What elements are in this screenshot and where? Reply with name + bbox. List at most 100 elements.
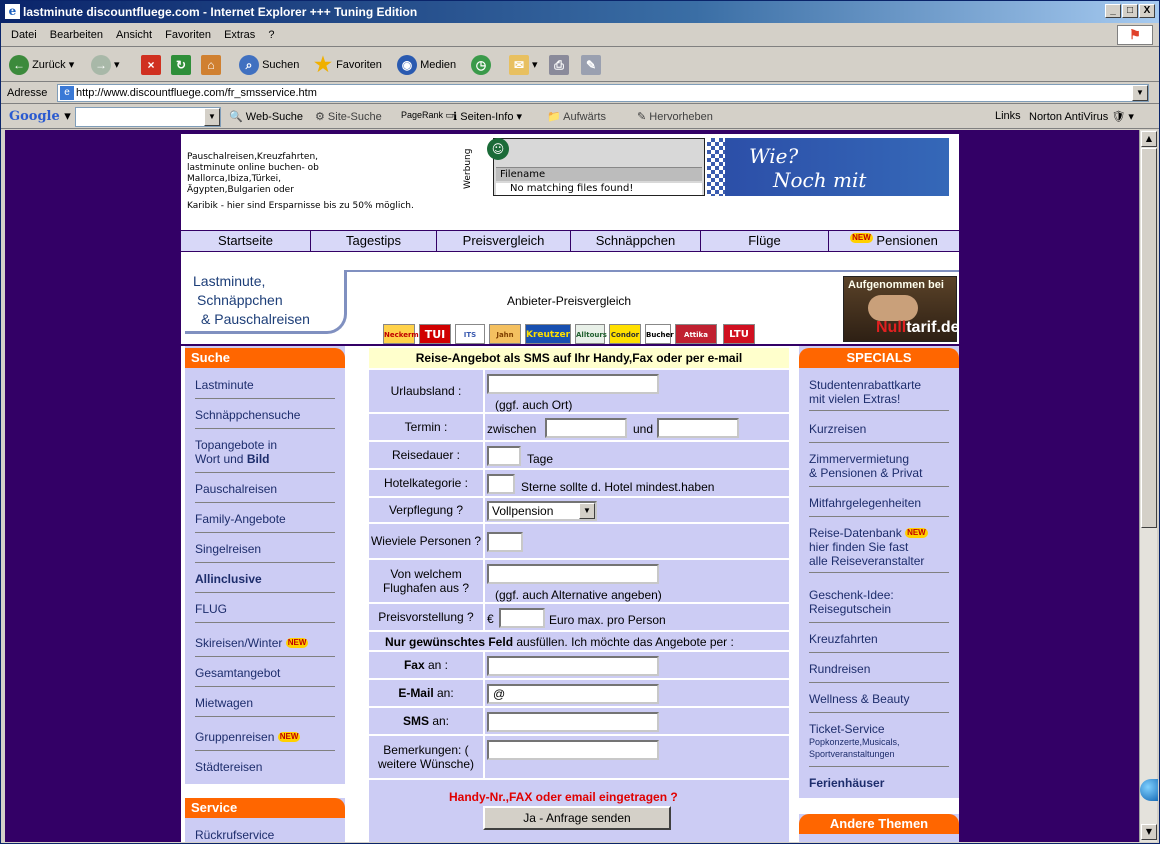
page-info-button[interactable]: ℹ Seiten-Info ▾ — [453, 110, 522, 123]
maximize-button[interactable]: □ — [1122, 4, 1138, 18]
termin-to-input[interactable] — [657, 418, 739, 438]
fax-input[interactable] — [487, 656, 659, 676]
scrollbar-thumb[interactable] — [1141, 148, 1157, 528]
personen-input[interactable] — [487, 532, 523, 552]
forward-button[interactable]: → ▾ — [91, 53, 120, 77]
sms-input[interactable] — [487, 712, 659, 732]
media-button[interactable]: ◉ Medien — [397, 53, 456, 77]
sidebar-item-staedtereisen[interactable]: Städtereisen — [195, 760, 262, 774]
sidebar-item-studentenrabattkarte[interactable]: Studentenrabattkarte mit vielen Extras! — [809, 378, 921, 406]
partner-logo-ltu[interactable]: LTU — [723, 324, 755, 344]
nav-preisvergleich[interactable]: Preisvergleich — [437, 231, 571, 251]
address-dropdown-icon[interactable]: ▼ — [1132, 85, 1148, 101]
sidebar-item-kurzreisen[interactable]: Kurzreisen — [809, 422, 866, 436]
divider — [195, 428, 335, 429]
sidebar-item-rueckrufservice[interactable]: Rückrufservice — [195, 828, 274, 842]
partner-logo-neckermann[interactable]: Neckermann — [383, 324, 433, 344]
sidebar-item-wellness[interactable]: Wellness & Beauty — [809, 692, 910, 706]
back-button[interactable]: ← Zurück ▾ — [9, 53, 74, 77]
divider — [195, 398, 335, 399]
sidebar-item-ticket-service[interactable]: Ticket-Service Popkonzerte,Musicals, Sport… — [809, 722, 900, 760]
google-logo[interactable]: Google ▾ — [9, 109, 71, 124]
partner-logo-condor[interactable]: Condor — [609, 324, 641, 344]
sidebar-item-pauschalreisen[interactable]: Pauschalreisen — [195, 482, 277, 496]
sidebar-item-family[interactable]: Family-Angebote — [195, 512, 286, 526]
partner-logo-bucher[interactable]: Bucher — [645, 324, 674, 344]
sidebar-item-mitfahrgelegenheiten[interactable]: Mitfahrgelegenheiten — [809, 496, 921, 510]
reisedauer-input[interactable] — [487, 446, 521, 466]
sidebar-item-topangebote[interactable]: Topangebote in Wort und Bild — [195, 438, 277, 466]
partner-logo-tui[interactable]: TUI — [419, 324, 451, 344]
stop-button[interactable]: × — [141, 53, 161, 77]
address-input[interactable]: e http://www.discountfluege.com/fr_smsse… — [57, 84, 1149, 102]
norton-antivirus-button[interactable]: Norton AntiVirus 🛡 ▾ — [1029, 110, 1134, 123]
sidebar-item-allinclusive[interactable]: Allinclusive — [195, 572, 262, 586]
menu-extras[interactable]: Extras — [224, 29, 255, 41]
hotelkategorie-input[interactable] — [487, 474, 515, 494]
minimize-button[interactable]: _ — [1105, 4, 1121, 18]
site-logo[interactable]: Lastminute, Schnäppchen & Pauschalreisen — [185, 270, 347, 334]
sidebar-item-reise-datenbank[interactable]: Reise-Datenbank NEW hier finden Sie fast a… — [809, 526, 928, 568]
email-input[interactable]: @ — [487, 684, 659, 704]
chevron-down-icon[interactable]: ▼ — [204, 108, 220, 126]
scroll-up-icon[interactable]: ▲ — [1141, 131, 1157, 147]
favorites-button[interactable]: ★ Favoriten — [313, 53, 382, 77]
nav-fluege[interactable]: Flüge — [701, 231, 829, 251]
mail-button[interactable]: ✉ ▾ — [509, 53, 538, 77]
sidebar-item-geschenk-idee[interactable]: Geschenk-Idee: Reisegutschein — [809, 588, 894, 616]
nav-tagestips[interactable]: Tagestips — [311, 231, 437, 251]
sidebar-item-singelreisen[interactable]: Singelreisen — [195, 542, 261, 556]
reisedauer-unit: Tage — [527, 452, 554, 466]
search-button[interactable]: ⌕ Suchen — [239, 53, 299, 77]
menu-datei[interactable]: Datei — [11, 29, 37, 41]
preis-input[interactable] — [499, 608, 545, 628]
sidebar-item-ferienhaeuser[interactable]: Ferienhäuser — [809, 776, 884, 790]
sidebar-item-skireisen[interactable]: Skireisen/Winter NEW — [195, 636, 309, 650]
vertical-scrollbar[interactable]: ▲ ▼ — [1139, 130, 1157, 842]
up-button[interactable]: 📁 Aufwärts — [547, 110, 606, 123]
highlight-button[interactable]: ✎ Hervorheben — [637, 110, 713, 123]
print-button[interactable]: ⎙ — [549, 53, 569, 77]
menu-favoriten[interactable]: Favoriten — [165, 29, 211, 41]
partner-logo-its[interactable]: ITS — [455, 324, 485, 344]
nav-pensionen[interactable]: NEW Pensionen — [829, 231, 959, 251]
flughafen-input[interactable] — [487, 564, 659, 584]
home-button[interactable]: ⌂ — [201, 53, 221, 77]
submit-button[interactable]: Ja - Anfrage senden — [483, 806, 671, 830]
history-button[interactable]: ◷ — [471, 53, 491, 77]
sidebar-item-mietwagen[interactable]: Mietwagen — [195, 696, 253, 710]
sidebar-item-gruppenreisen[interactable]: Gruppenreisen NEW — [195, 730, 301, 744]
site-search-button[interactable]: ⚙ Site-Suche — [315, 110, 382, 123]
bemerkungen-input[interactable] — [487, 740, 659, 760]
google-search-input[interactable]: ▼ — [75, 107, 221, 127]
partner-logo-attika[interactable]: Attika — [675, 324, 717, 344]
sidebar-item-schnaeppchensuche[interactable]: Schnäppchensuche — [195, 408, 300, 422]
sidebar-item-lastminute[interactable]: Lastminute — [195, 378, 254, 392]
partner-logo-kreutzer[interactable]: Kreutzer — [525, 324, 571, 344]
menu-bearbeiten[interactable]: Bearbeiten — [50, 29, 103, 41]
menu-help[interactable]: ? — [268, 29, 274, 41]
partner-logo-alltours[interactable]: Alltours — [575, 324, 607, 344]
nav-startseite[interactable]: Startseite — [181, 231, 311, 251]
sidebar-item-gesamtangebot[interactable]: Gesamtangebot — [195, 666, 280, 680]
nulltarif-badge[interactable]: Aufgenommen bei Nulltarif.de — [843, 276, 960, 342]
termin-from-input[interactable] — [545, 418, 627, 438]
edit-button[interactable]: ✎ — [581, 53, 601, 77]
sidebar-item-kreuzfahrten[interactable]: Kreuzfahrten — [809, 632, 878, 646]
partner-logo-jahn[interactable]: Jahn — [489, 324, 521, 344]
menu-ansicht[interactable]: Ansicht — [116, 29, 152, 41]
sidebar-item-flug[interactable]: FLUG — [195, 602, 227, 616]
sidebar-item-rundreisen[interactable]: Rundreisen — [809, 662, 870, 676]
nav-schnaeppchen[interactable]: Schnäppchen — [571, 231, 701, 251]
napster-ad-banner[interactable]: Werbung Filename No matching files found… — [463, 134, 949, 216]
pagerank-indicator[interactable]: PageRank ▭ — [401, 110, 454, 121]
stop-icon: × — [141, 55, 161, 76]
scroll-down-icon[interactable]: ▼ — [1141, 824, 1157, 840]
web-search-button[interactable]: 🔍 Web-Suche — [229, 110, 303, 123]
sidebar-item-zimmervermietung[interactable]: Zimmervermietung & Pensionen & Privat — [809, 452, 922, 480]
close-button[interactable]: X — [1139, 4, 1155, 18]
urlaubsland-input[interactable] — [487, 374, 659, 394]
links-menu[interactable]: Links — [995, 110, 1021, 122]
refresh-button[interactable]: ↻ — [171, 53, 191, 77]
verpflegung-select[interactable]: Vollpension ▼ — [487, 501, 597, 521]
